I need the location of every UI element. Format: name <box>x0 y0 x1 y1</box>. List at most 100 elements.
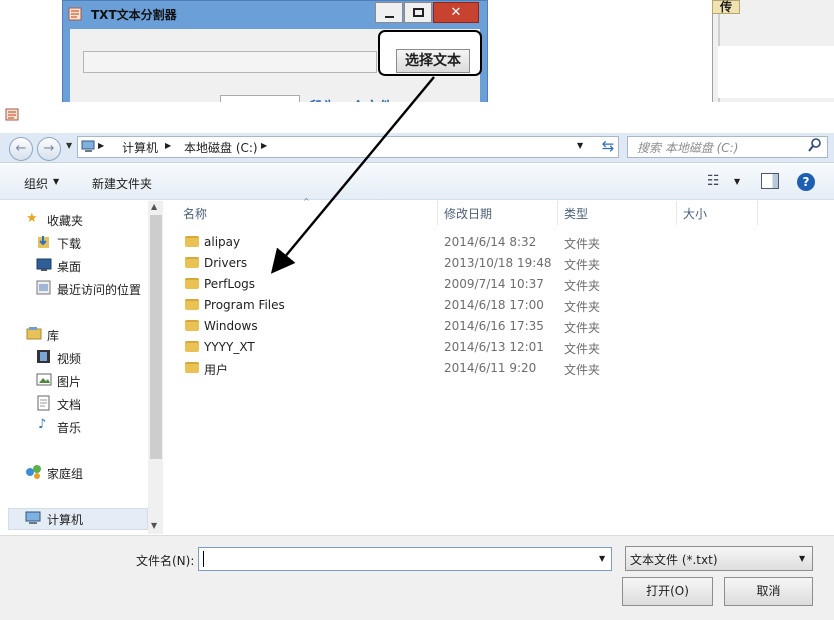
background-tab-chip[interactable]: 传 <box>712 0 740 14</box>
new-folder-button[interactable]: 新建文件夹 <box>92 175 152 192</box>
organize-button[interactable]: 组织 <box>24 175 48 192</box>
back-arrow-icon: ← <box>15 141 27 156</box>
folder-icon <box>185 257 199 268</box>
file-name: Drivers <box>204 256 248 270</box>
chevron-down-icon[interactable]: ▼ <box>53 177 59 186</box>
file-name: YYYY_XT <box>204 340 255 354</box>
breadcrumb-computer[interactable]: 计算机 <box>122 139 158 156</box>
pictures-icon <box>36 373 52 386</box>
sort-ascending-icon: ^ <box>303 197 310 206</box>
cancel-button[interactable]: 取消 <box>724 577 813 606</box>
folder-icon <box>185 278 199 289</box>
open-button[interactable]: 打开(O) <box>622 577 713 606</box>
search-placeholder: 搜索 本地磁盘 (C:) <box>637 141 739 155</box>
music-icon: ♪ <box>38 417 47 432</box>
file-name: Windows <box>204 319 258 333</box>
sidebar-item-homegroup[interactable]: 家庭组 <box>47 465 83 482</box>
help-icon[interactable]: ? <box>797 173 815 191</box>
file-row[interactable]: alipay 2014/6/14 8:32 文件夹 <box>180 233 820 254</box>
forward-arrow-icon: → <box>43 141 55 156</box>
file-name: alipay <box>204 235 241 249</box>
file-row[interactable]: Drivers 2013/10/18 19:48 文件夹 <box>180 254 820 275</box>
sidebar-item-music[interactable]: 音乐 <box>57 419 81 436</box>
column-divider[interactable] <box>676 201 677 225</box>
sidebar-item-desktop[interactable]: 桌面 <box>57 258 81 275</box>
file-type: 文件夹 <box>564 237 601 251</box>
nav-scrollbar-thumb[interactable] <box>150 215 162 459</box>
download-icon <box>38 236 49 248</box>
chevron-right-icon[interactable]: ▶ <box>98 141 104 150</box>
file-name: PerfLogs <box>204 277 256 291</box>
address-bar[interactable] <box>77 136 619 158</box>
sidebar-item-favorites[interactable]: 收藏夹 <box>47 212 83 229</box>
computer-icon <box>25 511 41 524</box>
filename-label: 文件名(N): <box>136 554 195 568</box>
minimize-button[interactable] <box>375 2 403 23</box>
file-row[interactable]: PerfLogs 2009/7/14 10:37 文件夹 <box>180 275 820 296</box>
column-divider[interactable] <box>757 201 758 225</box>
close-icon: ✕ <box>450 5 462 20</box>
preview-pane-icon[interactable] <box>761 173 779 189</box>
column-type[interactable]: 类型 <box>564 205 588 222</box>
chevron-down-icon[interactable]: ▼ <box>799 554 805 563</box>
star-icon: ★ <box>26 211 38 226</box>
text-caret <box>203 551 204 567</box>
maximize-button[interactable] <box>404 2 432 23</box>
folder-icon <box>185 341 199 352</box>
close-button[interactable]: ✕ <box>433 2 479 23</box>
refresh-icon[interactable]: ⇆ <box>597 137 619 157</box>
folder-icon <box>185 236 199 247</box>
file-row[interactable]: YYYY_XT 2014/6/13 12:01 文件夹 <box>180 338 820 359</box>
column-name[interactable]: 名称 <box>183 205 207 222</box>
file-name: Program Files <box>204 298 285 312</box>
back-button[interactable]: ← <box>9 137 33 161</box>
file-date: 2014/6/14 8:32 <box>444 235 537 249</box>
file-row[interactable]: Windows 2014/6/16 17:35 文件夹 <box>180 317 820 338</box>
library-icon <box>26 327 42 340</box>
column-header-bar <box>163 201 834 225</box>
sidebar-item-recent[interactable]: 最近访问的位置 <box>57 281 141 298</box>
view-options-icon[interactable]: ☷ <box>707 173 720 189</box>
dialog-title-bar <box>0 102 834 132</box>
column-divider[interactable] <box>557 201 558 225</box>
file-date: 2014/6/18 17:00 <box>444 298 544 312</box>
sidebar-item-libraries[interactable]: 库 <box>47 327 59 344</box>
column-divider[interactable] <box>437 201 438 225</box>
computer-icon <box>81 140 95 152</box>
file-date: 2014/6/16 17:35 <box>444 319 544 333</box>
folder-icon <box>185 320 199 331</box>
chevron-down-icon[interactable]: ▼ <box>734 177 740 186</box>
file-name: 用户 <box>204 363 229 377</box>
video-icon <box>37 350 50 363</box>
address-dropdown-icon[interactable]: ▼ <box>577 141 583 150</box>
recent-places-icon <box>36 280 51 295</box>
desktop-icon <box>36 258 52 271</box>
scroll-up-icon[interactable]: ▲ <box>151 202 157 211</box>
file-type: 文件夹 <box>564 258 601 272</box>
file-row[interactable]: Program Files 2014/6/18 17:00 文件夹 <box>180 296 820 317</box>
forward-button[interactable]: → <box>37 137 61 161</box>
breadcrumb-local-disk[interactable]: 本地磁盘 (C:) <box>184 139 258 156</box>
app-icon <box>68 7 82 21</box>
sidebar-item-documents[interactable]: 文档 <box>57 396 81 413</box>
scroll-down-icon[interactable]: ▼ <box>151 521 157 530</box>
file-row[interactable]: 用户 2014/6/11 9:20 文件夹 <box>180 359 820 380</box>
sidebar-item-pictures[interactable]: 图片 <box>57 373 81 390</box>
sidebar-item-computer[interactable]: 计算机 <box>47 511 83 528</box>
maximize-icon <box>413 8 424 17</box>
file-date: 2014/6/13 12:01 <box>444 340 544 354</box>
sidebar-item-downloads[interactable]: 下载 <box>57 235 81 252</box>
chevron-down-icon[interactable]: ▼ <box>599 554 605 563</box>
file-type: 文件夹 <box>564 279 601 293</box>
choose-text-button[interactable]: 选择文本 <box>396 49 470 73</box>
search-icon[interactable] <box>808 138 822 152</box>
column-date[interactable]: 修改日期 <box>444 205 492 222</box>
filename-input[interactable] <box>198 547 612 571</box>
chevron-right-icon[interactable]: ▶ <box>165 141 171 150</box>
recent-locations-dropdown-icon[interactable]: ▼ <box>66 141 72 150</box>
column-size[interactable]: 大小 <box>683 205 707 222</box>
sidebar-item-videos[interactable]: 视频 <box>57 350 81 367</box>
background-panel <box>718 46 834 98</box>
chevron-right-icon[interactable]: ▶ <box>261 141 267 150</box>
file-path-field[interactable] <box>83 51 377 73</box>
